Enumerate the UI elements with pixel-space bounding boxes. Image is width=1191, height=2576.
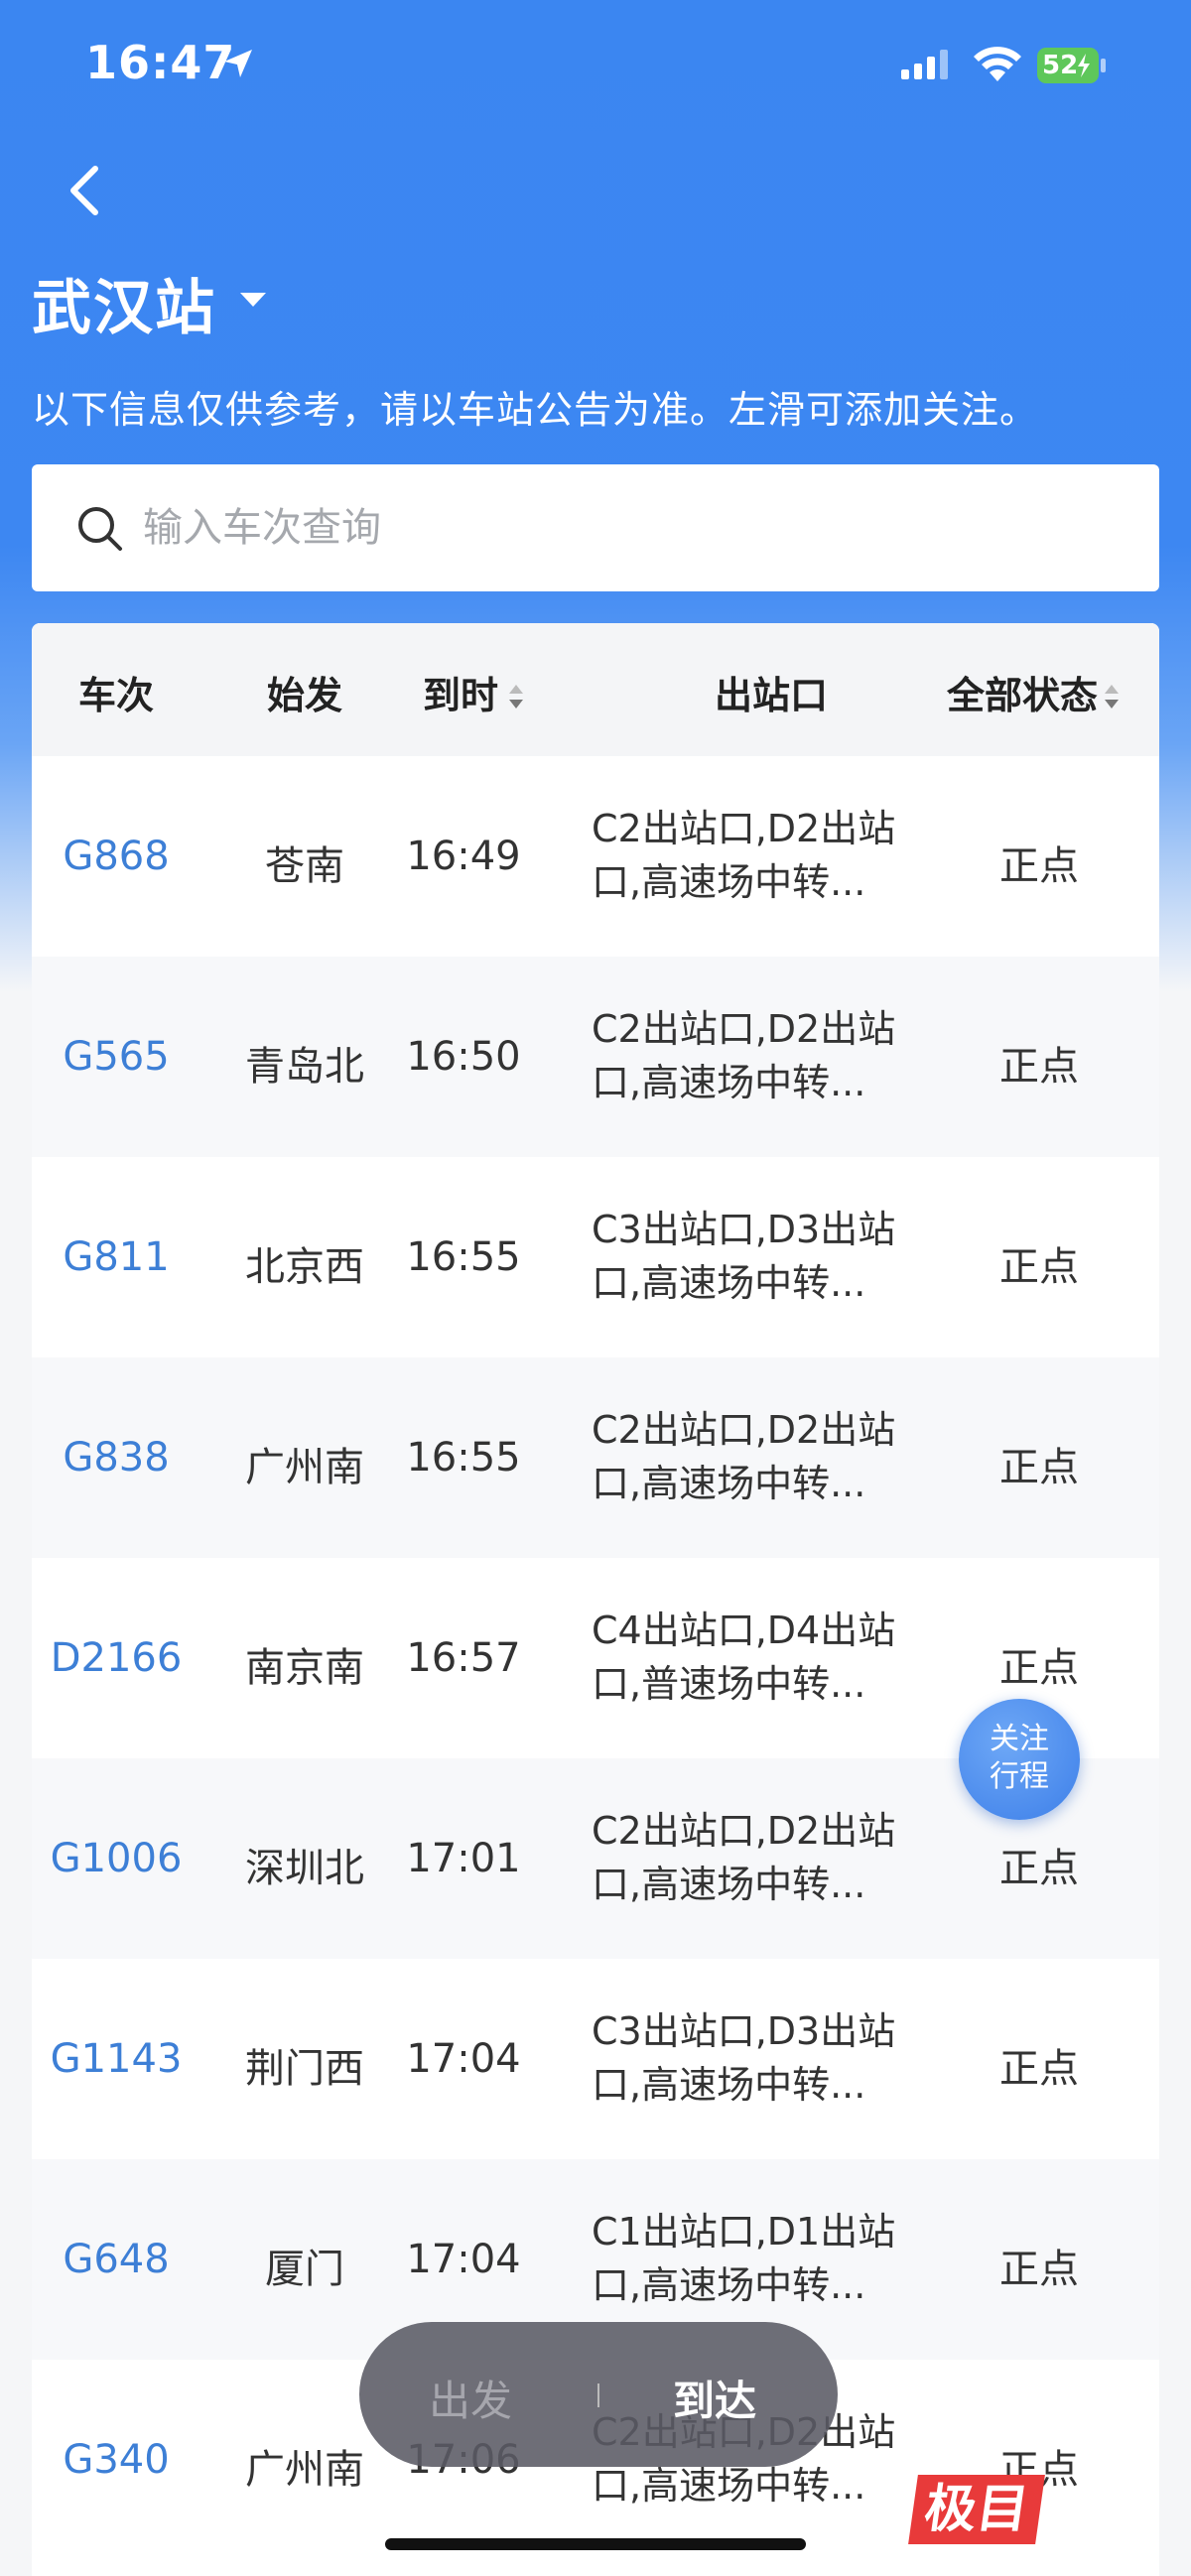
exit-line1: C2出站口,D2出站 — [592, 1007, 896, 1051]
battery-level: 52 — [1042, 51, 1079, 80]
search-icon — [75, 504, 125, 558]
cellular-signal-icon — [901, 50, 953, 83]
exit-info: C4出站口,D4出站 口,普速场中转... — [592, 1604, 909, 1711]
notice-text: 以下信息仅供参考，请以车站公告为准。左滑可添加关注。 — [32, 388, 1039, 432]
exit-line2: 口,高速场中转... — [592, 1061, 866, 1104]
train-number[interactable]: G868 — [32, 834, 200, 879]
train-status: 正点 — [999, 843, 1079, 889]
exit-info: C2出站口,D2出站口,高速场中转... — [592, 802, 909, 909]
caret-down-icon[interactable] — [238, 290, 268, 314]
arrival-time: 17:01 — [406, 1836, 521, 1881]
exit-info: C3出站口,D3出站 口,高速场中转... — [592, 1203, 909, 1310]
origin-station: 苍南 — [265, 843, 344, 889]
train-number[interactable]: G648 — [32, 2237, 200, 2282]
location-arrow-icon — [220, 46, 256, 85]
column-header-train: 车次 — [77, 674, 154, 717]
toggle-arrive[interactable]: 到达 — [673, 2368, 756, 2428]
exit-info: C1出站口,D1出站 口,高速场中转... — [592, 2205, 909, 2312]
exit-line2: 口,高速场中转... — [592, 1261, 866, 1305]
origin-station: 南京南 — [245, 1645, 364, 1691]
table-row[interactable]: G838 广州南 16:55 C2出站口,D2出站 口,高速场中转... 正点 — [32, 1357, 1159, 1558]
column-header-arrive-label: 到时 — [423, 674, 499, 717]
exit-line1: C2出站口,D2出站 — [592, 1809, 896, 1853]
origin-station: 深圳北 — [245, 1846, 364, 1891]
toggle-divider — [597, 2383, 599, 2407]
origin-station: 北京西 — [245, 1244, 364, 1290]
search-input[interactable] — [143, 492, 1116, 564]
train-number[interactable]: D2166 — [32, 1635, 200, 1681]
exit-line2: 口,高速场中转... — [592, 1462, 866, 1505]
train-status: 正点 — [999, 1645, 1079, 1691]
train-number[interactable]: G340 — [32, 2437, 200, 2483]
search-box[interactable] — [32, 464, 1159, 591]
status-time: 16:47 — [85, 36, 236, 89]
station-selector[interactable]: 武汉站 — [32, 260, 216, 346]
follow-line1: 关注 — [990, 1722, 1049, 1756]
train-number[interactable]: G1143 — [32, 2036, 200, 2082]
table-header: 车次 始发 到时 出站口 全部状态 — [32, 623, 1159, 756]
sort-icon — [506, 677, 526, 720]
filter-caret-icon — [1102, 677, 1122, 720]
table-row[interactable]: G868 苍南 16:49 C2出站口,D2出站 口,高速场中转... 正点 — [32, 756, 1159, 957]
exit-info: C2出站口,D2出站口,高速场中转... — [592, 1804, 909, 1911]
train-number[interactable]: G1006 — [32, 1836, 200, 1881]
status-bar: 16:47 52 — [0, 0, 1191, 139]
exit-line2: 口,高速场中转... — [592, 2063, 866, 2107]
exit-line2: 口,高速场中转... — [592, 2263, 866, 2307]
arrival-time: 16:55 — [406, 1234, 521, 1280]
exit-line1: C2出站口,D2出站 — [592, 807, 896, 850]
exit-line1: C2出站口,D2出站 — [592, 1408, 896, 1452]
exit-line1: C1出站口,D1出站 — [592, 2210, 896, 2254]
arrival-time: 16:49 — [406, 834, 521, 879]
arrival-time: 16:55 — [406, 1435, 521, 1481]
train-number[interactable]: G565 — [32, 1034, 200, 1080]
exit-info: C2出站口,D2出站口,高速场中转... — [592, 1403, 909, 1510]
back-button[interactable] — [60, 155, 109, 224]
exit-info: C3出站口,D3出站 口,高速场中转... — [592, 2004, 909, 2112]
exit-line2: 口,高速场中转... — [592, 1863, 866, 1906]
train-status: 正点 — [999, 1445, 1079, 1490]
exit-line1: C3出站口,D3出站 — [592, 1208, 896, 1251]
column-header-origin: 始发 — [266, 674, 342, 717]
train-number[interactable]: G811 — [32, 1234, 200, 1280]
table-row[interactable]: G811 北京西 16:55 C3出站口,D3出站 口,高速场中转... 正点 — [32, 1157, 1159, 1357]
arrival-time: 16:50 — [406, 1034, 521, 1080]
train-status: 正点 — [999, 1846, 1079, 1891]
exit-info: C2出站口,D2出站口,高速场中转... — [592, 1002, 909, 1109]
exit-line2: 口,普速场中转... — [592, 1662, 866, 1706]
origin-station: 厦门 — [265, 2247, 344, 2292]
exit-line2: 口,高速场中转... — [592, 860, 866, 904]
origin-station: 广州南 — [245, 2447, 364, 2493]
wifi-icon — [973, 46, 1022, 87]
follow-trip-button[interactable]: 关注 行程 — [959, 1699, 1080, 1820]
train-status: 正点 — [999, 2046, 1079, 2092]
table-row[interactable]: G1143 荆门西 17:04 C3出站口,D3出站 口,高速场中转... 正点 — [32, 1959, 1159, 2159]
column-header-exit: 出站口 — [714, 674, 828, 717]
status-filter[interactable]: 全部状态 — [947, 665, 1159, 720]
arrival-time: 16:57 — [406, 1635, 521, 1681]
watermark-logo: 极目 — [908, 2475, 1045, 2544]
home-indicator[interactable] — [385, 2538, 806, 2550]
origin-station: 荆门西 — [245, 2046, 364, 2092]
arrival-time: 17:04 — [406, 2036, 521, 2082]
arrival-time: 17:04 — [406, 2237, 521, 2282]
follow-line2: 行程 — [990, 1759, 1049, 1794]
table-row[interactable]: G565 青岛北 16:50 C2出站口,D2出站 口,高速场中转... 正点 — [32, 957, 1159, 1157]
status-filter-label: 全部状态 — [947, 674, 1099, 717]
train-status: 正点 — [999, 1044, 1079, 1090]
train-status: 正点 — [999, 2247, 1079, 2292]
origin-station: 青岛北 — [245, 1044, 364, 1090]
toggle-depart[interactable]: 出发 — [429, 2368, 512, 2428]
exit-line1: C3出站口,D3出站 — [592, 2009, 896, 2053]
exit-line2: 口,高速场中转... — [592, 2464, 866, 2508]
train-number[interactable]: G838 — [32, 1435, 200, 1481]
column-header-arrive[interactable]: 到时 — [423, 665, 572, 720]
depart-arrive-toggle[interactable]: 出发 到达 — [359, 2322, 838, 2467]
train-status: 正点 — [999, 1244, 1079, 1290]
exit-line1: C4出站口,D4出站 — [592, 1609, 896, 1652]
origin-station: 广州南 — [245, 1445, 364, 1490]
arrival-table: 车次 始发 到时 出站口 全部状态 G868 苍南 16:49 C2出站口,D2出站口… — [32, 623, 1159, 2576]
